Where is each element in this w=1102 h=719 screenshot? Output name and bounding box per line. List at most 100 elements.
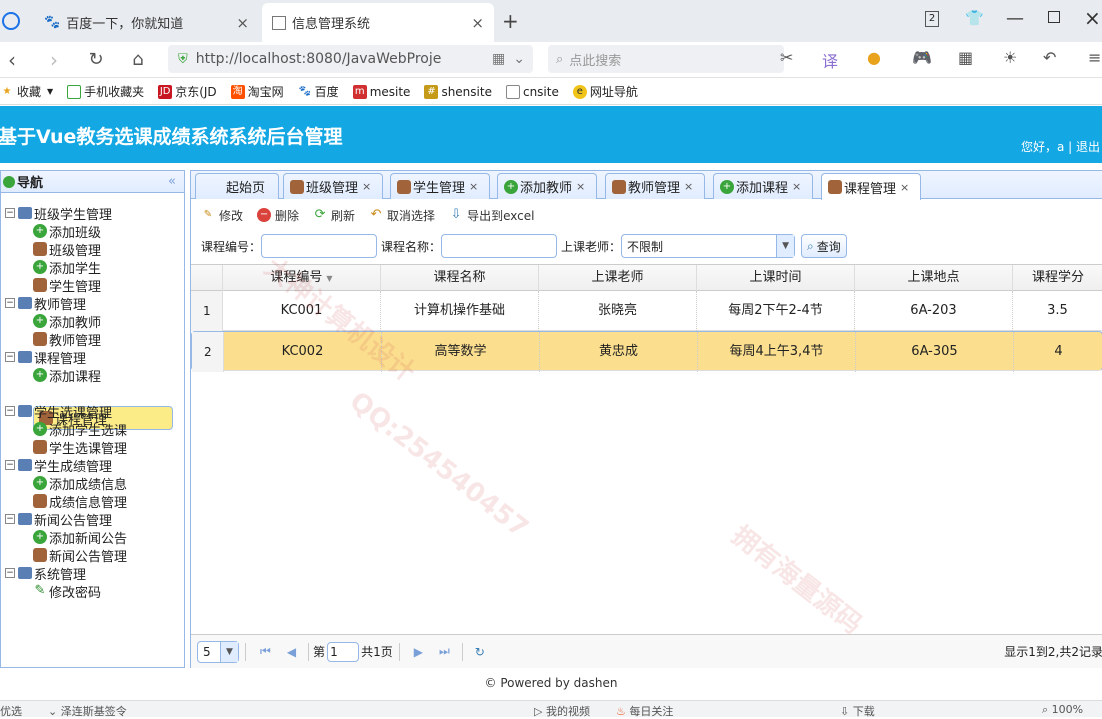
- close-icon[interactable]: ×: [900, 181, 909, 194]
- reload-icon[interactable]: ↻: [475, 645, 485, 659]
- zoom-level[interactable]: ⌕ 100%: [1042, 703, 1083, 717]
- chevron-down-icon[interactable]: ▼: [220, 641, 238, 662]
- tab-add-teacher[interactable]: + 添加教师 ×: [497, 173, 597, 199]
- export-excel-button[interactable]: ⇩ 导出到excel: [449, 207, 535, 224]
- column-teacher[interactable]: 上课老师: [539, 265, 697, 291]
- reload-icon[interactable]: ↻: [84, 48, 108, 72]
- refresh-button[interactable]: ⟳ 刷新: [313, 207, 355, 224]
- close-icon[interactable]: ×: [471, 14, 484, 32]
- chevron-down-icon[interactable]: ⌄: [513, 51, 525, 67]
- bookmark-mobile[interactable]: 手机收藏夹: [67, 83, 144, 100]
- bookmark-shensite[interactable]: # shensite: [424, 84, 492, 99]
- tab-student-management[interactable]: 学生管理 ×: [390, 173, 490, 199]
- table-row[interactable]: 2 KC002 高等数学 黄忠成 每周4上午3,4节 6A-305 4: [191, 331, 1102, 372]
- browser-logo-icon[interactable]: [2, 12, 20, 30]
- prev-page-icon[interactable]: ◀: [287, 645, 296, 659]
- close-icon[interactable]: ×: [469, 180, 478, 193]
- bookmark-cnsite[interactable]: cnsite: [505, 84, 559, 99]
- window-count-badge[interactable]: 2: [925, 11, 939, 27]
- sidebar-item[interactable]: 学生管理: [33, 276, 101, 295]
- column-credit[interactable]: 课程学分: [1013, 265, 1102, 291]
- sidebar-item[interactable]: 成绩信息管理: [33, 492, 127, 511]
- next-page-icon[interactable]: ▶: [414, 645, 423, 659]
- page-size-select[interactable]: 5 ▼: [197, 640, 239, 663]
- sidebar-item[interactable]: + 添加学生: [33, 258, 101, 277]
- sidebar-group[interactable]: − 系统管理: [5, 564, 86, 583]
- home-icon[interactable]: ⌂: [126, 48, 150, 72]
- last-page-icon[interactable]: ⏭: [439, 644, 450, 659]
- sidebar-item[interactable]: 教师管理: [33, 330, 101, 349]
- sidebar-item[interactable]: + 添加新闻公告: [33, 528, 127, 547]
- collapse-toggle-icon[interactable]: −: [5, 406, 15, 416]
- sidebar-item[interactable]: ✎ 修改密码: [33, 582, 101, 601]
- sidebar-item[interactable]: 学生选课管理: [33, 438, 127, 457]
- course-no-input[interactable]: [261, 234, 378, 258]
- tab-class-management[interactable]: 班级管理 ×: [283, 173, 383, 199]
- collapse-toggle-icon[interactable]: −: [5, 352, 15, 362]
- close-icon[interactable]: ×: [684, 180, 693, 193]
- sidebar-item[interactable]: 班级管理: [33, 240, 101, 259]
- sidebar-group[interactable]: − 教师管理: [5, 294, 86, 313]
- collapse-icon[interactable]: «: [168, 174, 176, 189]
- bookmark-jd[interactable]: JD 京东(JD: [158, 83, 217, 100]
- table-row[interactable]: 1 KC001 计算机操作基础 张晓亮 每周2下午2-4节 6A-203 3.5: [191, 291, 1102, 331]
- sidebar-item[interactable]: 新闻公告管理: [33, 546, 127, 565]
- close-icon[interactable]: ×: [576, 180, 585, 193]
- chevron-down-icon[interactable]: ▼: [776, 235, 795, 257]
- tab-teacher-management[interactable]: 教师管理 ×: [605, 173, 705, 199]
- sidebar-item[interactable]: + 添加班级: [33, 222, 101, 241]
- maximize-button[interactable]: [1048, 11, 1060, 23]
- first-page-icon[interactable]: ⏮: [260, 644, 271, 659]
- teacher-select[interactable]: 不限制 ▼: [621, 234, 796, 258]
- page-number-input[interactable]: 1: [327, 641, 360, 662]
- forward-icon[interactable]: ›: [42, 48, 66, 72]
- sidebar-group[interactable]: − 学生选课管理: [5, 402, 112, 421]
- translate-icon[interactable]: 译: [822, 48, 838, 72]
- bookmark-baidu[interactable]: 🐾 百度: [298, 83, 338, 100]
- undo-icon[interactable]: ↶: [1043, 48, 1056, 67]
- column-time[interactable]: 上课时间: [697, 265, 855, 291]
- edit-button[interactable]: ✎ 修改: [201, 207, 243, 224]
- sidebar-item[interactable]: + 添加教师: [33, 312, 101, 331]
- collapse-toggle-icon[interactable]: −: [5, 298, 15, 308]
- sidebar-item[interactable]: + 添加成绩信息: [33, 474, 127, 493]
- coin-icon[interactable]: ●: [867, 48, 881, 67]
- bookmark-mesite[interactable]: m mesite: [352, 84, 410, 99]
- sidebar-group[interactable]: − 新闻公告管理: [5, 510, 112, 529]
- close-icon[interactable]: ×: [362, 180, 371, 193]
- collapse-toggle-icon[interactable]: −: [5, 208, 15, 218]
- shirt-icon[interactable]: 👕: [965, 9, 984, 27]
- close-window-button[interactable]: ×: [1084, 6, 1101, 30]
- bookmark-nav[interactable]: e 网址导航: [572, 83, 638, 100]
- sidebar-item[interactable]: + 添加学生选课: [33, 420, 127, 439]
- cancel-selection-button[interactable]: ↶ 取消选择: [369, 207, 435, 224]
- close-icon[interactable]: ×: [236, 14, 249, 32]
- scissors-icon[interactable]: ✂: [780, 48, 793, 67]
- column-course-name[interactable]: 课程名称: [381, 265, 539, 291]
- column-location[interactable]: 上课地点: [855, 265, 1013, 291]
- query-button[interactable]: ⌕ 查询: [801, 234, 847, 258]
- collapse-toggle-icon[interactable]: −: [5, 568, 15, 578]
- collapse-toggle-icon[interactable]: −: [5, 514, 15, 524]
- new-tab-button[interactable]: +: [502, 9, 519, 33]
- sidebar-group[interactable]: − 班级学生管理: [5, 204, 112, 223]
- tab-course-management[interactable]: 课程管理 ×: [821, 173, 921, 200]
- sidebar-item[interactable]: + 添加课程: [33, 366, 101, 385]
- url-bar[interactable]: ⛨ http://localhost:8080/JavaWebProje ▦ ⌄: [168, 45, 533, 73]
- sidebar-group[interactable]: − 课程管理: [5, 348, 86, 367]
- close-icon[interactable]: ×: [792, 180, 801, 193]
- menu-icon[interactable]: ≡: [1088, 48, 1101, 67]
- back-icon[interactable]: ‹: [0, 48, 24, 72]
- grid-icon[interactable]: ▦: [958, 48, 973, 67]
- user-greeting-logout[interactable]: 您好，a | 退出: [1021, 138, 1100, 155]
- column-course-no[interactable]: 课程编号 ▼: [223, 265, 381, 291]
- tab-home[interactable]: 起始页: [195, 173, 279, 199]
- bookmark-favorites[interactable]: ★ 收藏 ▼: [0, 83, 54, 100]
- tab-add-course[interactable]: + 添加课程 ×: [713, 173, 813, 199]
- minimize-button[interactable]: —: [1006, 8, 1024, 29]
- gamepad-icon[interactable]: 🎮: [912, 48, 932, 67]
- delete-button[interactable]: − 删除: [257, 207, 299, 224]
- sidebar-group[interactable]: − 学生成绩管理: [5, 456, 112, 475]
- browser-tab-active[interactable]: 信息管理系统 ×: [262, 3, 494, 42]
- brightness-icon[interactable]: ☀: [1003, 48, 1017, 67]
